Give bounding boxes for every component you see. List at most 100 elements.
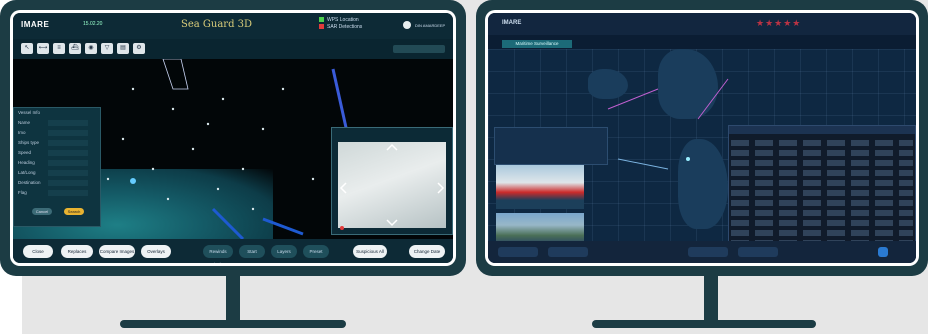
filter-icon[interactable]: ▽	[101, 43, 113, 54]
row-input[interactable]	[48, 150, 88, 156]
right-monitor: IMARE ★★★★★ Maritime Surveillance	[476, 0, 928, 276]
tab-surveillance[interactable]: Maritime Surveillance	[502, 40, 572, 48]
panel-row: Heading	[18, 160, 96, 167]
row-label: Flag	[18, 190, 27, 195]
panel-row: Ships type	[18, 140, 96, 147]
panel-row: Flag	[18, 190, 96, 197]
right-bottom-bar	[488, 241, 916, 263]
play-button[interactable]	[878, 247, 888, 257]
chevron-down-icon	[386, 219, 398, 227]
chart-icon[interactable]: ▤	[117, 43, 129, 54]
record-icon	[340, 226, 344, 230]
cancel-button[interactable]: Cancel	[32, 208, 52, 215]
row-label: Speed	[18, 150, 32, 155]
panel-title: Vessel Info	[18, 110, 41, 115]
measure-icon[interactable]: ⟷	[37, 43, 49, 54]
row-input[interactable]	[48, 160, 88, 166]
map-view[interactable]	[488, 49, 916, 263]
vessel-photo	[496, 165, 584, 209]
camera-icon[interactable]: ◉	[85, 43, 97, 54]
chevron-left-icon	[339, 182, 347, 194]
row-input[interactable]	[48, 170, 88, 176]
app-logo: IMARE	[502, 20, 522, 26]
track-zone	[162, 59, 189, 90]
suspicious-targets-button[interactable]: Suspicious All Targets	[353, 245, 387, 263]
rewinds-mission-button[interactable]: Rewinds Mission	[203, 245, 233, 263]
chevron-up-icon	[386, 143, 398, 151]
panel-row: Name	[18, 120, 96, 127]
row-input[interactable]	[48, 190, 88, 196]
settings-icon[interactable]: ⚙	[133, 43, 145, 54]
vessel-info-panel: Vessel Info Name Imo Ships type Speed He…	[13, 107, 101, 227]
track-line-blue2	[211, 207, 304, 239]
map-toolbar: ↖ ⟷ ≡ ⛴ ◉ ▽ ▤ ⚙	[21, 43, 145, 55]
left-stand-neck	[226, 276, 240, 320]
vessel-icon	[686, 157, 690, 161]
legend-label: WPS Location	[327, 17, 359, 23]
track-line-blue	[617, 158, 669, 170]
row-label: Lat/Long	[18, 170, 36, 175]
row-input[interactable]	[48, 130, 88, 136]
bottom-toolbar: Close Replaces Compare Images Overlays R…	[13, 239, 453, 263]
selected-vessel-icon	[130, 178, 136, 184]
compare-images-button[interactable]: Compare Images	[99, 245, 135, 258]
cursor-icon[interactable]: ↖	[21, 43, 33, 54]
legend-item: SAR Detections	[319, 24, 362, 31]
right-stand-neck	[704, 276, 718, 320]
layers-icon[interactable]: ≡	[53, 43, 65, 54]
layers-button[interactable]: Layers	[271, 245, 297, 258]
table-row[interactable]	[731, 190, 913, 196]
table-row[interactable]	[731, 210, 913, 216]
legend-swatch-red	[319, 24, 324, 30]
start-button[interactable]: Start	[239, 245, 265, 258]
table-row[interactable]	[731, 230, 913, 236]
app-title: Sea Guard 3D	[181, 19, 253, 30]
close-button[interactable]: Close	[23, 245, 53, 258]
map-view[interactable]: Vessel Info Name Imo Ships type Speed He…	[13, 59, 453, 249]
replaces-button[interactable]: Replaces	[61, 245, 93, 258]
left-screen: IMARE 15.02.20 Sea Guard 3D WPS Location…	[13, 13, 453, 263]
preset-button[interactable]: Preset	[303, 245, 329, 258]
vessel-markers	[106, 87, 315, 211]
row-input[interactable]	[48, 180, 88, 186]
row-input[interactable]	[48, 120, 88, 126]
row-label: Imo	[18, 130, 26, 135]
ship-icon[interactable]: ⛴	[69, 43, 81, 54]
map-search-input[interactable]	[393, 45, 445, 53]
user-avatar-icon[interactable]	[403, 21, 411, 29]
right-stand-base	[592, 320, 816, 328]
harbor-photo	[496, 213, 584, 243]
bottom-button[interactable]	[548, 247, 588, 257]
bottom-button[interactable]	[738, 247, 778, 257]
table-row[interactable]	[731, 170, 913, 176]
panel-row: Speed	[18, 150, 96, 157]
table-row[interactable]	[731, 220, 913, 226]
row-label: Ships type	[18, 140, 40, 145]
bottom-button[interactable]	[688, 247, 728, 257]
map-legend: WPS Location SAR Detections	[319, 17, 362, 31]
video-window	[331, 127, 453, 235]
app-logo: IMARE	[21, 20, 50, 29]
panel-row: Destination	[18, 180, 96, 187]
bottom-button[interactable]	[498, 247, 538, 257]
table-row[interactable]	[731, 150, 913, 156]
row-label: Name	[18, 120, 31, 125]
table-row[interactable]	[731, 140, 913, 146]
track-line-magenta	[607, 78, 729, 120]
left-monitor: IMARE 15.02.20 Sea Guard 3D WPS Location…	[0, 0, 466, 276]
date-label: 15.02.20	[83, 21, 103, 27]
table-row[interactable]	[731, 160, 913, 166]
row-label: Heading	[18, 160, 35, 165]
overlays-button[interactable]: Overlays	[141, 245, 171, 258]
table-row[interactable]	[731, 200, 913, 206]
video-controls	[339, 143, 445, 230]
right-top-bar: IMARE ★★★★★	[488, 13, 916, 35]
legend-item: WPS Location	[319, 17, 362, 24]
change-date-button[interactable]: Change Date	[409, 245, 445, 258]
left-stand-base	[120, 320, 346, 328]
table-row[interactable]	[731, 180, 913, 186]
row-input[interactable]	[48, 140, 88, 146]
search-form-panel	[494, 127, 608, 165]
search-button[interactable]: Search	[64, 208, 84, 215]
legend-label: SAR Detections	[327, 24, 363, 30]
